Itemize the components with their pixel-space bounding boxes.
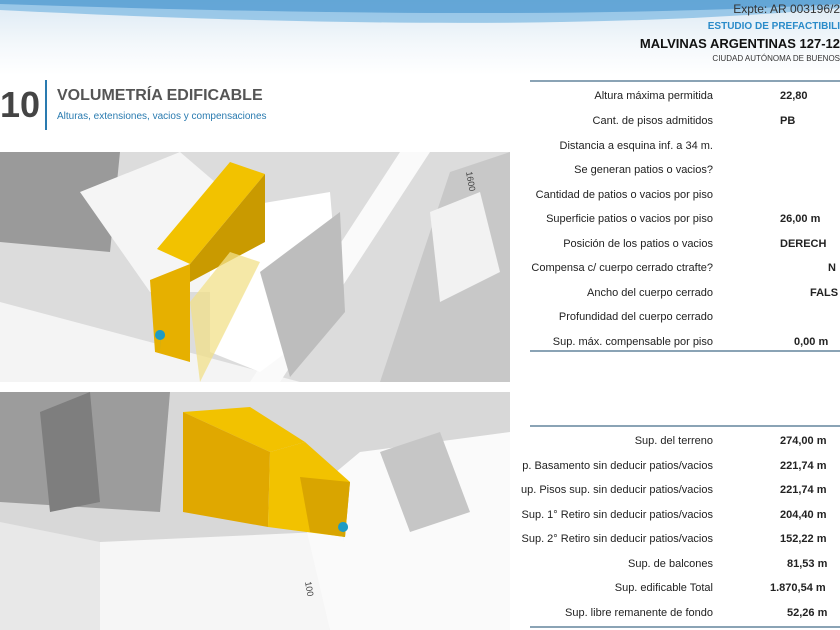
property-address: MALVINAS ARGENTINAS 127-12: [639, 36, 840, 51]
table-row: Distancia a esquina inf. a 34 m.: [530, 136, 840, 156]
table-row: Sup. 1° Retiro sin deducir patios/vacios…: [522, 505, 840, 525]
table-row: Superficie patios o vacios por piso 26,00…: [530, 209, 840, 229]
parameters-table: Altura máxima permitida 22,80 Cant. de pi…: [530, 80, 840, 352]
section-subtitle: Alturas, extensiones, vacios y compensac…: [57, 111, 267, 122]
row-label: Profundidad del cuerpo cerrado: [558, 311, 713, 323]
row-value: 81,53 m: [787, 558, 828, 570]
header-swoosh: [0, 0, 840, 23]
row-value: 1.870,54 m: [770, 582, 826, 594]
table-row: Posición de los patios o vacios DERECH: [530, 234, 840, 254]
expediente-number: Expte: AR 003196/2: [733, 2, 840, 16]
row-label: Se generan patios o vacios?: [574, 164, 713, 176]
row-label: Compensa c/ cuerpo cerrado ctrafte?: [531, 262, 713, 274]
row-value: 204,40 m: [780, 509, 827, 521]
row-label: Cantidad de patios o vacios por piso: [535, 189, 713, 201]
row-value: 26,00 m: [780, 213, 821, 225]
row-label: Distancia a esquina inf. a 34 m.: [559, 140, 713, 152]
row-label: Sup. libre remanente de fondo: [565, 607, 713, 619]
row-value: 274,00 m: [780, 435, 827, 447]
table-row: Sup. del terreno 274,00 m: [530, 431, 840, 451]
row-value: 22,80: [780, 90, 808, 102]
study-title: ESTUDIO DE PREFACTIBILI: [707, 21, 840, 32]
table-row: Altura máxima permitida 22,80: [530, 86, 840, 106]
table-row: Sup. máx. compensable por piso 0,00 m: [530, 332, 840, 352]
3d-map-view-bottom[interactable]: 100: [0, 392, 510, 630]
section-divider: [45, 80, 47, 130]
row-label: Sup. máx. compensable por piso: [552, 336, 713, 348]
section-title: VOLUMETRÍA EDIFICABLE: [57, 87, 263, 104]
table-row: Sup. libre remanente de fondo 52,26 m: [530, 603, 840, 623]
table-row: p. Basamento sin deducir patios/vacios 22…: [522, 456, 840, 476]
row-value: 0,00 m: [794, 336, 829, 348]
row-label: p. Basamento sin deducir patios/vacios: [522, 460, 713, 472]
row-label: Sup. del terreno: [634, 435, 713, 447]
row-value: N: [828, 262, 836, 274]
row-value: 221,74 m: [780, 484, 827, 496]
row-value: 52,26 m: [787, 607, 828, 619]
table-row: Cantidad de patios o vacios por piso: [530, 185, 840, 205]
table-row: Sup. de balcones 81,53 m: [530, 554, 840, 574]
row-label: Ancho del cuerpo cerrado: [587, 287, 713, 299]
row-label: Sup. 1° Retiro sin deducir patios/vacios: [521, 509, 714, 521]
table-row: Se generan patios o vacios?: [530, 160, 840, 180]
row-label: Sup. 2° Retiro sin deducir patios/vacios: [521, 533, 714, 545]
table-row: Ancho del cuerpo cerrado FALS: [530, 283, 840, 303]
surfaces-table: Sup. del terreno 274,00 m p. Basamento si…: [521, 425, 840, 628]
3d-map-view-top[interactable]: 1600: [0, 152, 510, 382]
row-label: Superficie patios o vacios por piso: [546, 213, 713, 225]
row-value: PB: [780, 115, 796, 127]
table-row: Sup. 2° Retiro sin deducir patios/vacios…: [522, 529, 840, 549]
row-label: Sup. de balcones: [627, 558, 713, 570]
table-row: Sup. edificable Total 1.870,54 m: [530, 578, 840, 598]
row-label: Posición de los patios o vacios: [563, 238, 713, 250]
table-row: Compensa c/ cuerpo cerrado ctrafte? N: [530, 258, 840, 278]
table-row: Cant. de pisos admitidos PB: [530, 111, 840, 131]
table-row: Profundidad del cuerpo cerrado: [530, 307, 840, 327]
row-label: Altura máxima permitida: [594, 90, 713, 102]
row-label: Sup. edificable Total: [614, 582, 713, 594]
section-number: 10: [0, 84, 41, 125]
row-label: Cant. de pisos admitidos: [592, 115, 713, 127]
header-banner: Expte: AR 003196/2 ESTUDIO DE PREFACTIBI…: [0, 0, 840, 75]
row-value: DERECH: [780, 238, 827, 250]
row-value: 152,22 m: [780, 533, 827, 545]
row-value: FALS: [810, 287, 839, 299]
row-value: 221,74 m: [780, 460, 827, 472]
row-label: up. Pisos sup. sin deducir patios/vacios: [521, 484, 713, 496]
table-row: up. Pisos sup. sin deducir patios/vacios…: [521, 480, 840, 500]
city-name: CIUDAD AUTÓNOMA DE BUENOS: [712, 54, 840, 63]
